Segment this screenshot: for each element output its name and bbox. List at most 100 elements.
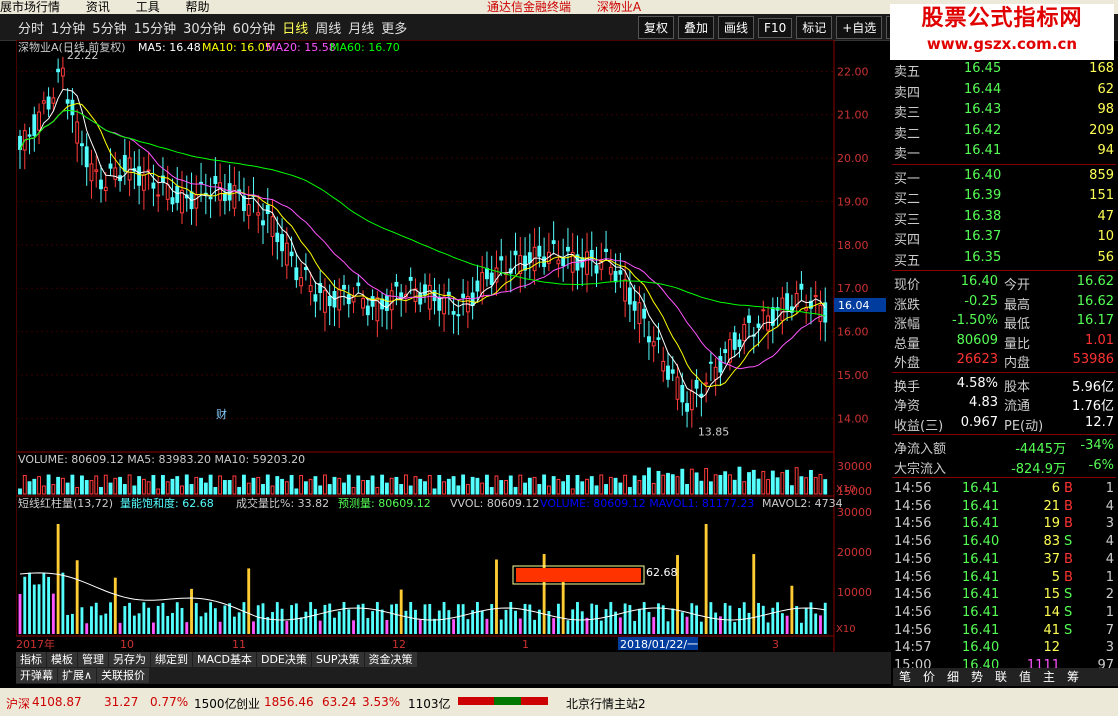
period-tab-8[interactable]: 月线 [348,18,374,37]
toolbar-button-4[interactable]: 标记 [796,16,833,39]
kline-chart[interactable]: 22.00 21.00 20.00 19.00 18.00 17.00 16.00 15.00… [16,40,891,652]
period-tab-5[interactable]: 60分钟 [233,18,276,37]
server-name[interactable]: 北京行情主站2 [566,695,646,712]
period-tab-7[interactable]: 周线 [315,18,341,37]
buy-row-4: 买五 16.35 56 [892,249,1116,269]
indicator-tab-2[interactable]: 管理 [78,652,108,667]
buy-volume: 47 [1097,208,1114,224]
indicator-tab-3[interactable]: 另存为 [109,652,150,667]
toolbar-button-5[interactable]: +自选 [836,16,883,39]
indicator-tab-6[interactable]: DDE决策 [256,652,311,667]
volume-bar [708,481,713,495]
volume-bar [37,476,41,495]
indicator-tab-4[interactable]: 绑定到 [151,652,192,667]
indicator-bar [218,621,222,634]
indicator-tab-0[interactable]: 指标 [16,652,46,667]
indicator-bar [514,610,517,634]
sell-label: 卖四 [894,85,921,101]
volume-bar [132,485,137,495]
stat-label: 涨幅 [894,317,921,332]
volume-bar [494,475,499,495]
sell-label: 卖一 [894,147,921,162]
period-tab-4[interactable]: 30分钟 [183,18,226,37]
period-tab-1[interactable]: 1分钟 [51,18,85,37]
indicator-tab-7[interactable]: SUP决策 [311,652,364,667]
indicator-tab-8[interactable]: 资金决策 [364,652,417,667]
indicator-bar [366,618,370,634]
candle-body [41,100,46,104]
volume-bar [442,481,446,495]
toolbar-button-1[interactable]: 叠加 [678,16,715,39]
candle-body [742,323,747,341]
indicator-bar [280,608,284,634]
indicator-bar [742,602,746,634]
indicator-bar [533,619,537,634]
right-tab-2[interactable]: 细 [941,668,965,686]
tick-volume: 21 [1043,498,1060,514]
indicator-bar [566,620,570,634]
tick-price: 16.41 [962,551,1000,567]
right-tab-4[interactable]: 联 [989,668,1013,686]
indicator-bar [80,607,84,634]
toolbar-button-3[interactable]: F10 [758,18,793,38]
toolbar-button-2[interactable]: 画线 [718,16,755,39]
volume-bar [370,475,375,495]
period-tab-2[interactable]: 5分钟 [92,18,126,37]
volume-bar [137,476,142,495]
indicator-bar [42,572,46,634]
right-tab-1[interactable]: 价 [917,668,941,686]
indicator-bar [809,602,813,634]
period-tab-6[interactable]: 日线 [282,18,308,37]
tick-time: 14:56 [894,551,932,567]
right-tab-7[interactable]: 筹 [1061,668,1085,686]
volume-bar [723,471,728,495]
volume-bar [613,477,618,495]
candle-body [208,196,213,200]
volume-bar [751,469,756,495]
volume-bar [789,485,794,495]
volume-bar [384,482,389,495]
flow-row-0: 净流入额 -4445万 -34% [892,437,1116,457]
stat2-value: 4.83 [969,395,998,410]
menu-item[interactable]: 展市场行情 [0,0,60,14]
indicator-bar [418,619,422,634]
period-tab-0[interactable]: 分时 [18,18,44,37]
candle-body [804,307,809,311]
volume-bar [537,483,542,495]
indicator-label-5: VOLUME: 80609.12 MAVOL1: 81177.23 [540,497,754,510]
period-tab-3[interactable]: 15分钟 [134,18,177,37]
quote-divider [892,163,1116,165]
right-tab-0[interactable]: 笔 [893,668,917,686]
menu-item[interactable]: 资讯 [86,0,110,14]
quote-divider [892,477,1116,478]
toolbar-button-0[interactable]: 复权 [638,16,675,39]
right-tab-5[interactable]: 值 [1013,668,1037,686]
candle-body [670,369,675,374]
right-tab-6[interactable]: 主 [1037,668,1061,686]
volume-bar [218,475,223,495]
indicator-tick: 10000 [837,586,872,599]
indicator-tab-5[interactable]: MACD基本 [193,652,256,667]
extra-tab-1[interactable]: 扩展∧ [58,668,97,683]
indicator-bar [242,602,246,634]
stat-value2: 53986 [1072,352,1114,367]
menu-item[interactable]: 帮助 [186,0,210,14]
volume-bar [546,485,551,495]
indicator-bar [795,606,799,634]
extra-tab-2[interactable]: 关联报价 [97,668,150,683]
stat2-row-0: 换手 4.58% 股本 5.96亿 [892,375,1116,395]
indicator-tab-1[interactable]: 模板 [47,652,77,667]
extra-tab-0[interactable]: 开弹幕 [16,668,57,683]
right-tab-3[interactable]: 势 [965,668,989,686]
tick-time: 14:57 [894,640,932,656]
indicator-bar [495,559,498,634]
stat-label2: 量比 [1004,336,1031,352]
flow-row-1: 大宗流入 -824.9万 -6% [892,457,1116,477]
tick-volume: 5 [1051,569,1060,585]
candle-body [485,268,489,280]
candle-body [813,295,818,298]
menu-item[interactable]: 工具 [136,0,160,14]
candle-body [108,163,113,169]
indicator-bar [714,612,718,634]
period-tab-9[interactable]: 更多 [381,18,407,37]
